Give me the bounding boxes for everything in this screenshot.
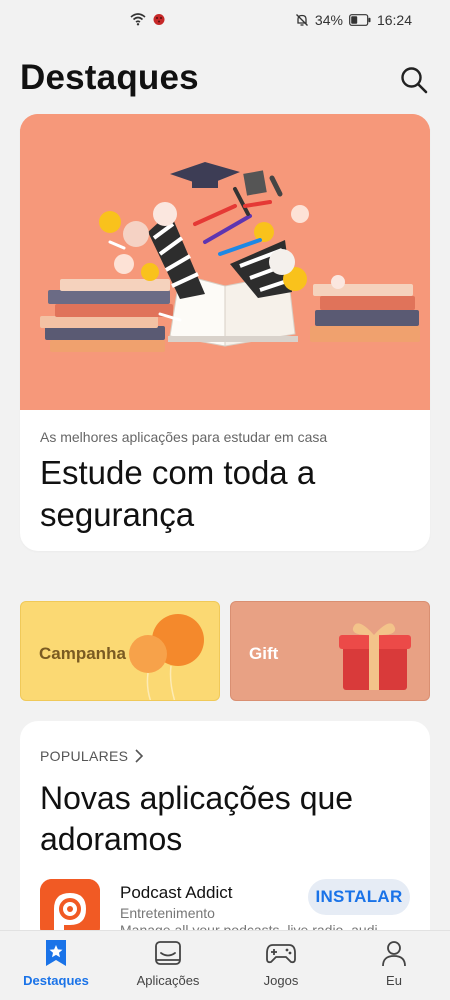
bottom-navigation: Destaques Aplicações Jogos Eu [0, 930, 450, 1000]
install-button[interactable]: INSTALAR [308, 879, 410, 915]
campanha-label: Campanha [39, 644, 126, 663]
gift-label: Gift [249, 644, 279, 663]
campanha-banner[interactable]: Campanha [20, 601, 220, 701]
nav-label-eu: Eu [386, 973, 402, 988]
popular-title: Novas aplicações que adoramos [40, 780, 354, 857]
battery-icon [349, 14, 371, 26]
popular-kicker: POPULARES [40, 748, 129, 764]
clock: 16:24 [376, 12, 412, 28]
apps-icon [155, 941, 181, 965]
nav-eu[interactable]: Eu [349, 939, 439, 988]
popular-link[interactable]: POPULARES [40, 748, 144, 764]
app-name: Podcast Addict [120, 883, 233, 902]
nav-label-destaques: Destaques [23, 973, 89, 988]
page-title: Destaques [20, 58, 199, 97]
chevron-right-icon [135, 749, 144, 763]
nav-destaques[interactable]: Destaques [11, 939, 101, 988]
gift-banner[interactable]: Gift [230, 601, 430, 701]
featured-title: Estude com toda a segurança [40, 454, 316, 533]
gamepad-icon [266, 944, 296, 964]
search-button[interactable] [398, 64, 430, 96]
mute-icon [295, 14, 308, 26]
featured-subtitle: As melhores aplicações para estudar em c… [40, 429, 328, 445]
notification-icon [153, 14, 165, 25]
nav-jogos[interactable]: Jogos [236, 939, 326, 988]
nav-label-aplicacoes: Aplicações [136, 973, 200, 988]
nav-aplicacoes[interactable]: Aplicações [123, 939, 213, 988]
person-icon [382, 941, 406, 967]
status-bar: 34% 16:24 [0, 0, 450, 44]
featured-image [20, 114, 430, 410]
wifi-icon [130, 13, 146, 26]
star-icon [46, 940, 66, 966]
featured-card[interactable]: As melhores aplicações para estudar em c… [20, 114, 430, 551]
search-icon [401, 67, 428, 94]
app-category: Entretenimento [120, 905, 215, 921]
nav-label-jogos: Jogos [263, 973, 299, 988]
battery-percent: 34% [314, 12, 343, 28]
